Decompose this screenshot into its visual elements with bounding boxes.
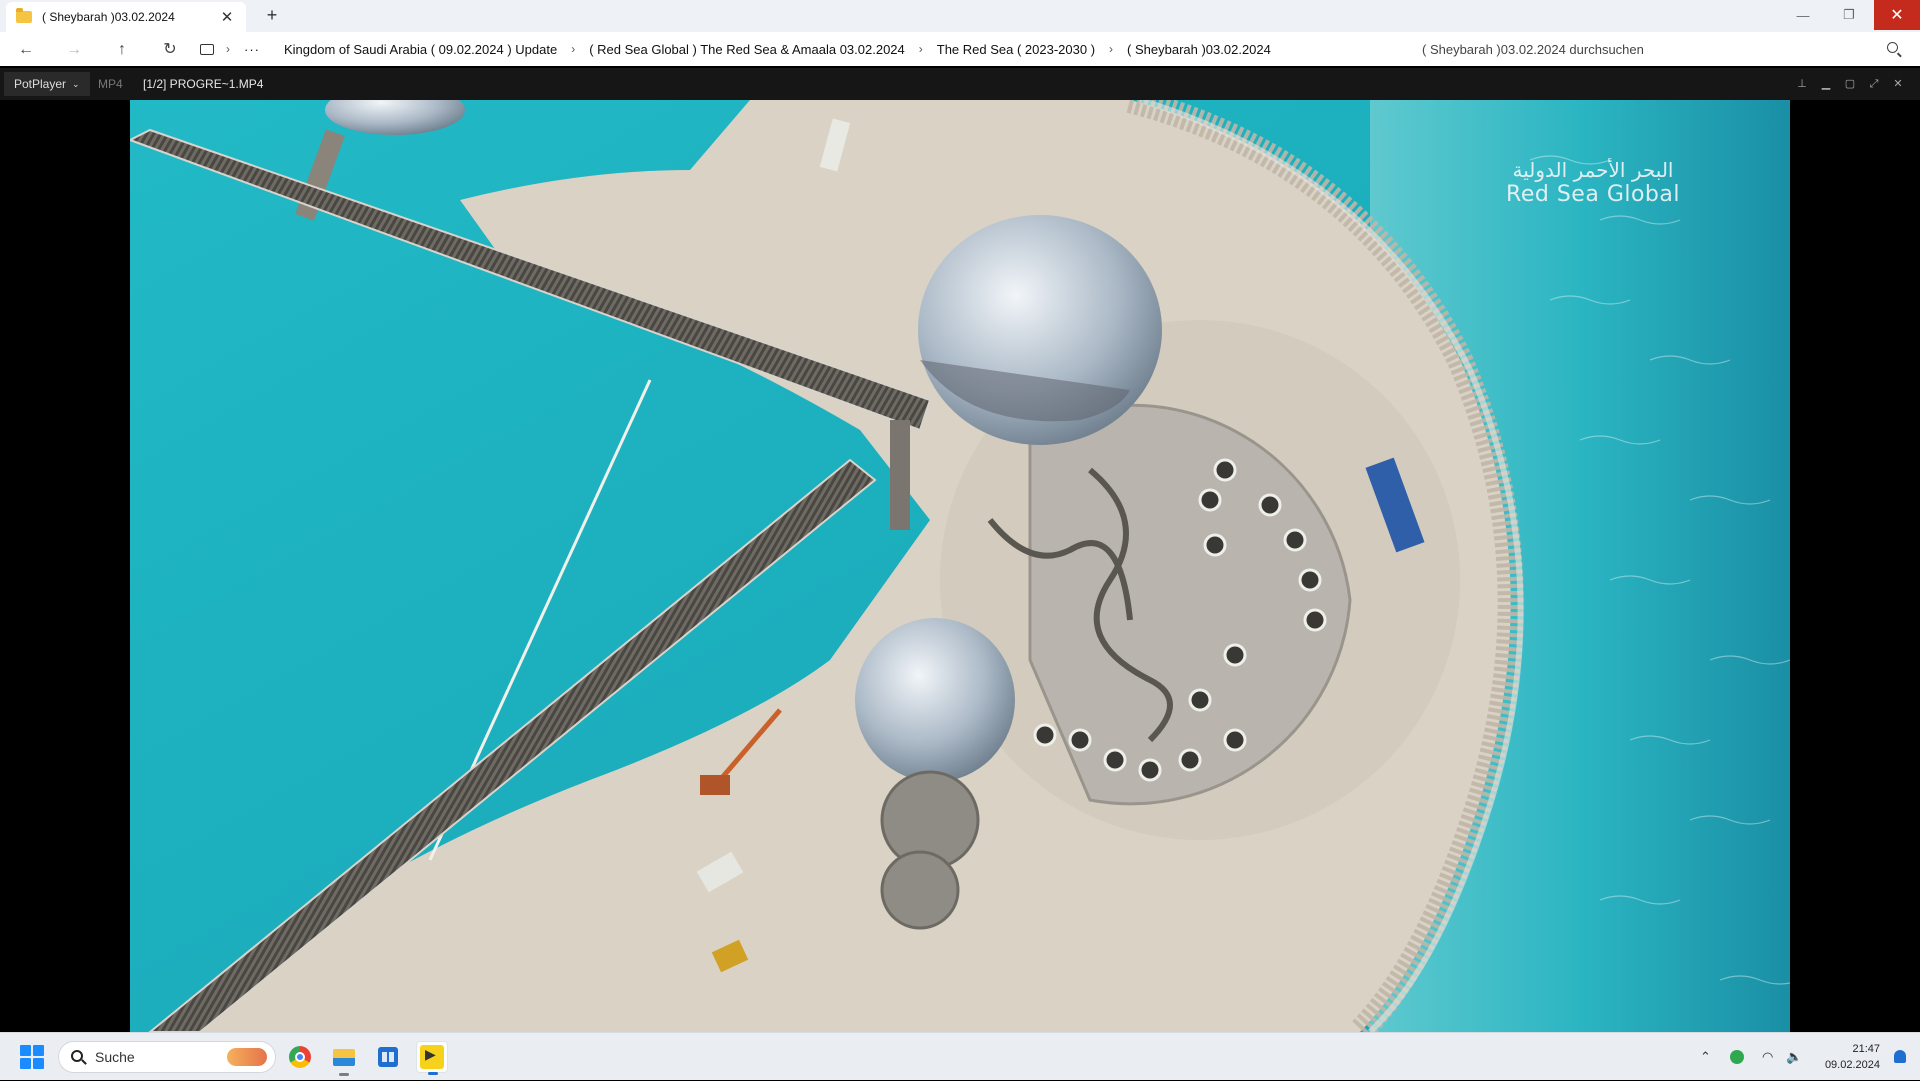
taskbar-search-box[interactable]: Suche bbox=[58, 1041, 276, 1073]
breadcrumb: › ··· Kingdom of Saudi Arabia ( 09.02.20… bbox=[200, 32, 1400, 66]
wifi-icon[interactable]: ◠ bbox=[1762, 1033, 1773, 1081]
start-button[interactable] bbox=[20, 1045, 44, 1069]
fullscreen-icon[interactable]: ⤢ bbox=[1866, 76, 1882, 92]
chevron-right-icon: › bbox=[571, 42, 576, 56]
breadcrumb-item[interactable]: ( Red Sea Global ) The Red Sea & Amaala … bbox=[589, 42, 905, 57]
breadcrumb-item[interactable]: Kingdom of Saudi Arabia ( 09.02.2024 ) U… bbox=[284, 42, 557, 57]
search-icon bbox=[1887, 42, 1898, 53]
back-button[interactable]: ← bbox=[16, 40, 36, 60]
up-button[interactable]: ↑ bbox=[112, 40, 132, 60]
video-frame[interactable]: البحر الأحمر الدولية Red Sea Global bbox=[130, 100, 1790, 1032]
watermark-english-text: Red Sea Global bbox=[1506, 182, 1680, 207]
aerial-construction-image bbox=[130, 100, 1790, 1032]
close-icon[interactable]: ✕ bbox=[1890, 76, 1906, 92]
breadcrumb-item[interactable]: ( Sheybarah )03.02.2024 bbox=[1127, 42, 1271, 57]
taskbar-search-label: Suche bbox=[95, 1049, 135, 1065]
explorer-tab[interactable]: ( Sheybarah )03.02.2024 ✕ bbox=[6, 2, 246, 32]
chevron-right-icon: › bbox=[918, 42, 923, 56]
store-icon[interactable] bbox=[372, 1041, 404, 1073]
search-placeholder: ( Sheybarah )03.02.2024 durchsuchen bbox=[1422, 41, 1644, 57]
search-highlight-icon bbox=[227, 1048, 267, 1066]
refresh-button[interactable]: ↻ bbox=[160, 40, 180, 60]
search-icon bbox=[71, 1050, 83, 1062]
folder-search-input[interactable]: ( Sheybarah )03.02.2024 durchsuchen bbox=[1400, 36, 1910, 62]
chevron-down-icon: ⌄ bbox=[72, 78, 80, 89]
player-title-bar: PotPlayer ⌄ MP4 [1/2] PROGRE~1.MP4 ⊥ ▁ ▢… bbox=[0, 68, 1920, 100]
new-tab-button[interactable]: + bbox=[262, 5, 282, 26]
clock-date: 09.02.2024 bbox=[1824, 1059, 1880, 1071]
red-sea-global-watermark: البحر الأحمر الدولية Red Sea Global bbox=[1506, 158, 1680, 207]
forward-button[interactable]: → bbox=[64, 40, 84, 60]
clock-time: 21:47 bbox=[1852, 1043, 1880, 1055]
pin-icon[interactable]: ⊥ bbox=[1794, 76, 1810, 92]
watermark-arabic-text: البحر الأحمر الدولية bbox=[1512, 158, 1674, 182]
player-brand: PotPlayer bbox=[14, 77, 67, 91]
window-minimize-button[interactable]: — bbox=[1780, 0, 1826, 30]
security-icon[interactable] bbox=[1730, 1033, 1744, 1081]
chevron-right-icon: › bbox=[226, 42, 230, 56]
file-name: [1/2] PROGRE~1.MP4 bbox=[143, 77, 264, 91]
tray-overflow-icon[interactable]: ⌃ bbox=[1700, 1033, 1711, 1081]
maximize-icon[interactable]: ▢ bbox=[1842, 76, 1858, 92]
explorer-tab-bar: ( Sheybarah )03.02.2024 ✕ + — ❐ ✕ bbox=[0, 0, 1920, 32]
volume-icon[interactable]: 🔈 bbox=[1786, 1033, 1802, 1081]
clock[interactable]: 21:47 09.02.2024 bbox=[1825, 1041, 1880, 1073]
address-bar: ← → ↑ ↻ › ··· Kingdom of Saudi Arabia ( … bbox=[0, 32, 1920, 66]
this-pc-icon[interactable] bbox=[200, 43, 214, 55]
window-close-button[interactable]: ✕ bbox=[1874, 0, 1920, 30]
chevron-right-icon: › bbox=[1109, 42, 1114, 56]
folder-icon bbox=[16, 8, 32, 23]
chrome-icon[interactable] bbox=[284, 1041, 316, 1073]
breadcrumb-overflow-button[interactable]: ··· bbox=[244, 42, 260, 57]
notification-bell-icon[interactable] bbox=[1894, 1050, 1906, 1063]
file-format: MP4 bbox=[98, 77, 123, 91]
windows-logo-icon bbox=[20, 1045, 31, 1056]
minimize-icon[interactable]: ▁ bbox=[1818, 76, 1834, 92]
window-restore-button[interactable]: ❐ bbox=[1826, 0, 1872, 30]
file-explorer-icon[interactable] bbox=[328, 1041, 360, 1076]
player-menu-button[interactable]: PotPlayer ⌄ bbox=[4, 72, 90, 96]
potplayer-icon[interactable] bbox=[416, 1041, 448, 1075]
breadcrumb-item[interactable]: The Red Sea ( 2023-2030 ) bbox=[937, 42, 1095, 57]
tab-close-button[interactable]: ✕ bbox=[218, 8, 236, 26]
tab-title: ( Sheybarah )03.02.2024 bbox=[42, 10, 175, 24]
taskbar: Suche ⌃ ◠ 🔈 21:47 09.02.2024 bbox=[0, 1032, 1920, 1080]
